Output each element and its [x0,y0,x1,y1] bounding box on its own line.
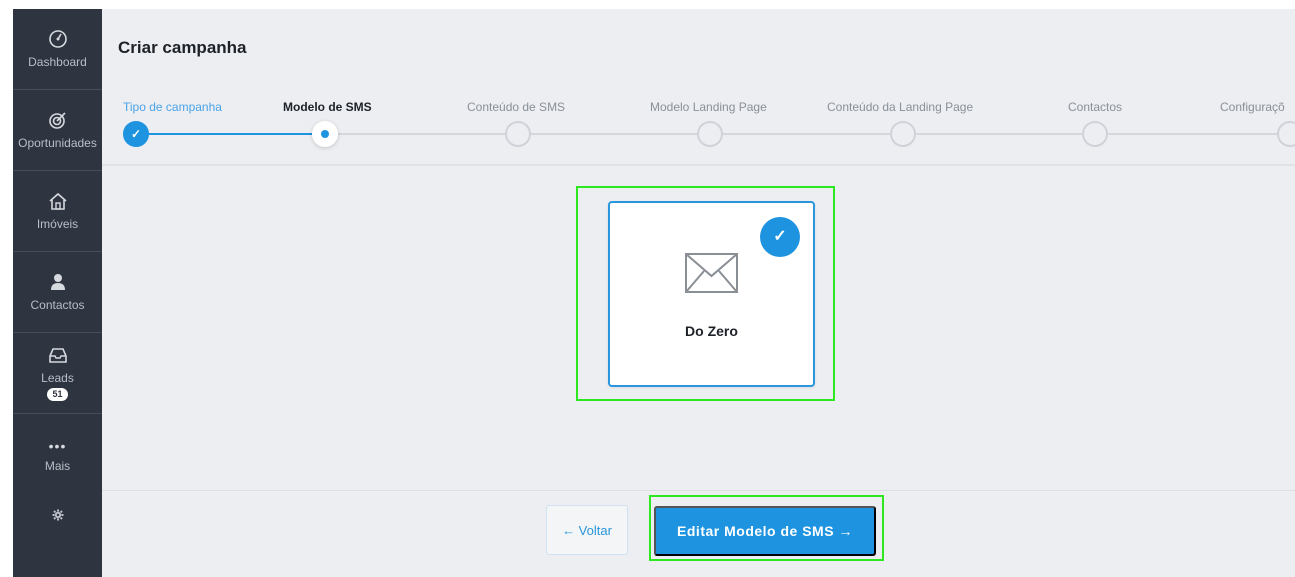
sidebar-item-leads[interactable]: Leads 51 [13,333,102,414]
leads-count-badge: 51 [47,387,68,401]
person-icon [48,273,68,295]
sidebar-item-label: Mais [44,459,71,473]
step-dot-pending [697,121,723,147]
step-label-modelo-landing-page: Modelo Landing Page [650,100,767,114]
step-label-conteudo-sms: Conteúdo de SMS [467,100,566,114]
sidebar-item-oportunidades[interactable]: Oportunidades [13,90,102,171]
step-label-configuracoes: Configuraçõ [1220,100,1285,114]
sidebar-item-dashboard[interactable]: Dashboard [13,9,102,90]
sidebar-item-imoveis[interactable]: Imóveis [13,171,102,252]
step-label-conteudo-landing-page: Conteúdo da Landing Page [827,100,974,114]
campaign-stepper: Tipo de campanha Modelo de SMS Conteúdo … [102,91,1295,165]
sidebar: Dashboard Oportunidades Imóveis Contacto… [13,9,102,577]
step-connector-done [135,133,325,135]
step-label-contactos: Contactos [1068,100,1123,114]
step-dot-pending [1082,121,1108,147]
footer-divider [102,490,1295,491]
sidebar-item-label: Contactos [30,297,85,312]
step-dot-done[interactable]: ✓ [123,121,149,147]
sidebar-item-label: Leads [41,370,74,385]
dashboard-icon [48,29,68,52]
sidebar-item-label: Oportunidades [18,135,97,150]
step-dot-pending [1277,121,1295,147]
step-dot-pending [890,121,916,147]
sidebar-item-label: Imóveis [36,216,79,231]
envelope-icon [684,251,739,301]
page-title: Criar campanha [118,38,247,57]
house-icon [48,192,68,214]
back-button[interactable]: ← Voltar [546,505,628,555]
sidebar-item-label: Dashboard [28,54,87,69]
inbox-icon [48,346,68,368]
step-label-tipo-campanha[interactable]: Tipo de campanha [123,100,222,114]
selected-check-icon: ✓ [760,217,800,257]
stepper-divider [102,164,1295,166]
gear-icon[interactable] [13,509,102,524]
main-content: Criar campanha Tipo de campanha Modelo d… [102,9,1295,577]
step-dot-pending [505,121,531,147]
sidebar-item-contactos[interactable]: Contactos [13,252,102,333]
step-connector-pending [325,133,1295,135]
more-icon: ••• [48,438,67,454]
target-icon [48,111,68,133]
card-title: Do Zero [685,323,738,339]
app-window: Dashboard Oportunidades Imóveis Contacto… [0,0,1295,577]
sidebar-item-mais[interactable]: ••• Mais [13,414,102,495]
template-card-do-zero[interactable]: ✓ Do Zero [608,201,815,387]
step-dot-current [312,121,338,147]
step-label-modelo-sms: Modelo de SMS [283,100,372,114]
edit-sms-template-button[interactable]: Editar Modelo de SMS → [654,506,876,556]
